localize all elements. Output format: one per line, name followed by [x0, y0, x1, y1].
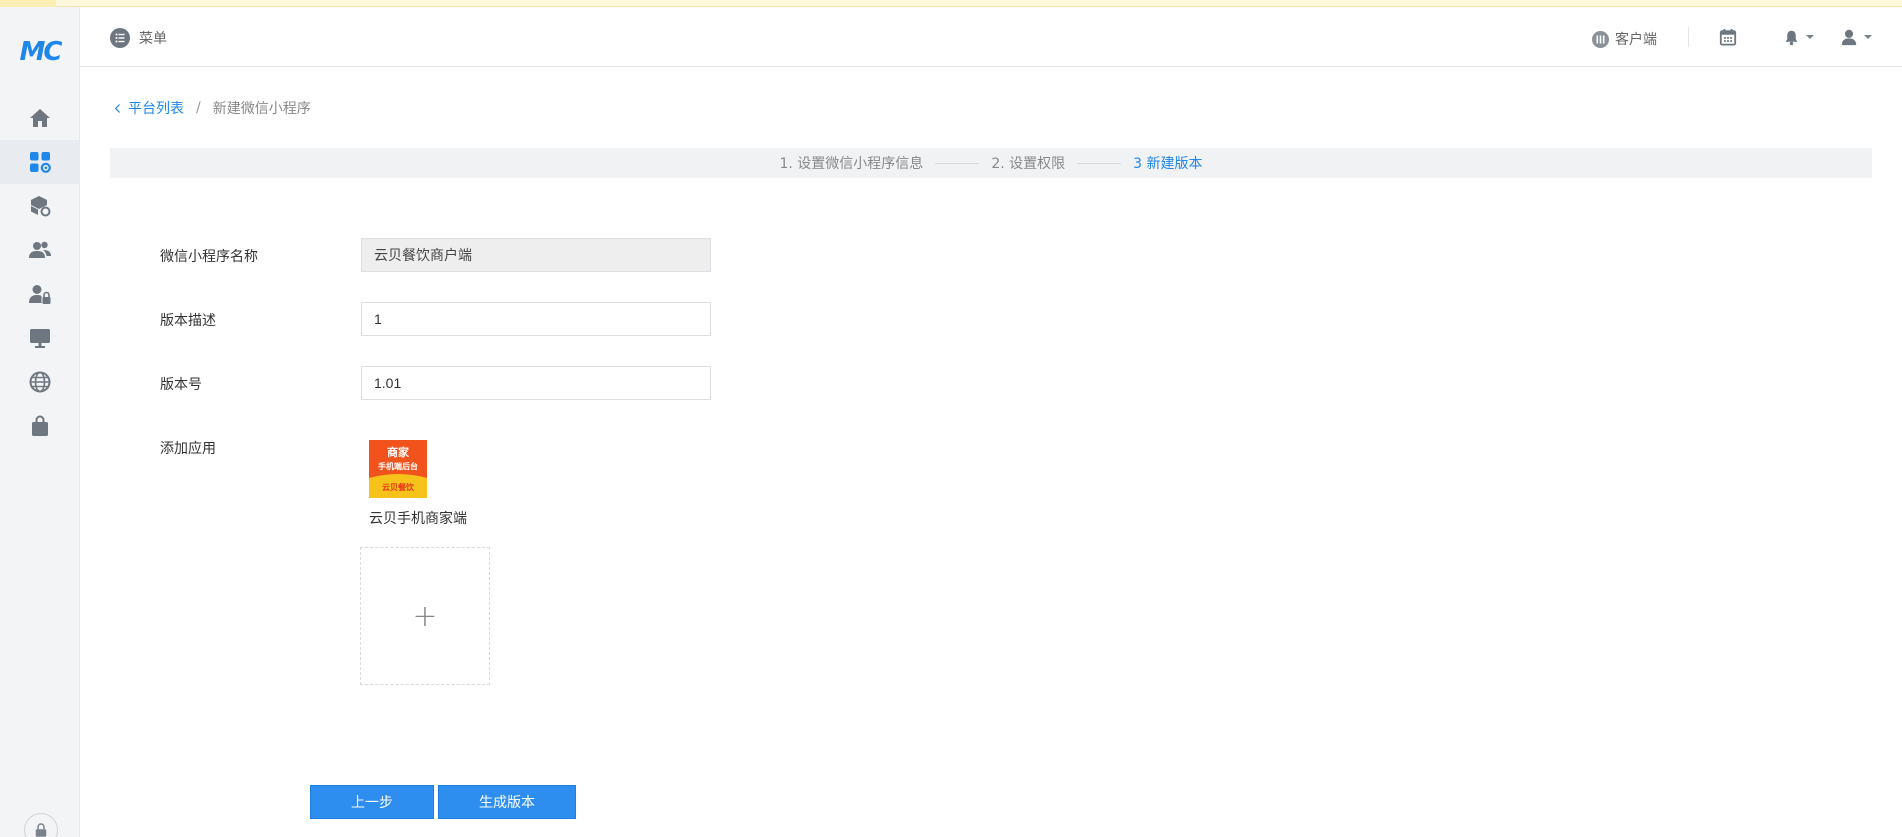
notifications-button[interactable] [1783, 27, 1814, 47]
description-input[interactable]: 1 [361, 302, 711, 336]
logo-text: MC [19, 37, 63, 67]
chevron-left-icon [114, 103, 121, 113]
previous-step-button[interactable]: 上一步 [310, 785, 434, 819]
step-connector [1077, 162, 1122, 164]
sidebar-item-apps[interactable] [0, 140, 80, 184]
sidebar-item-permissions[interactable] [0, 272, 80, 316]
step-connector [935, 162, 980, 164]
sidebar-lock-button[interactable] [24, 813, 58, 837]
user-menu-button[interactable] [1840, 27, 1872, 47]
app-name: 云贝手机商家端 [369, 511, 467, 527]
breadcrumb: 平台列表 / 新建微信小程序 [114, 98, 311, 118]
list-icon [110, 28, 130, 48]
calendar-button[interactable] [1719, 27, 1737, 47]
breadcrumb-back-link[interactable]: 平台列表 [114, 98, 184, 118]
apps-settings-icon [30, 152, 51, 173]
sidebar-item-packages[interactable] [0, 184, 80, 228]
users-icon [29, 241, 51, 258]
monitor-icon [30, 329, 50, 348]
calendar-icon [1719, 28, 1737, 46]
lock-icon [35, 823, 47, 837]
client-icon [1592, 30, 1609, 48]
breadcrumb-current: 新建微信小程序 [212, 101, 311, 117]
step-2: 2. 设置权限 [991, 156, 1066, 172]
wizard-steps: 1. 设置微信小程序信息 2. 设置权限 3 新建版本 [110, 148, 1872, 178]
client-button[interactable]: 客户端 [1592, 29, 1657, 49]
name-label: 微信小程序名称 [160, 249, 258, 265]
sidebar-item-store[interactable] [0, 404, 80, 448]
merchant-app-logo: 商家 手机端后台 云贝餐饮 [369, 440, 427, 498]
add-app-button[interactable]: + [360, 547, 490, 685]
sidebar: MC [0, 7, 80, 837]
chevron-down-icon [1806, 35, 1814, 39]
top-header: 菜单 客户端 [80, 7, 1902, 67]
client-label: 客户端 [1615, 32, 1657, 48]
menu-button[interactable]: 菜单 [110, 28, 167, 48]
step-3: 3 新建版本 [1133, 156, 1203, 172]
strip-marker [0, 0, 56, 7]
top-notification-strip [0, 0, 1902, 7]
plus-icon: + [412, 598, 438, 634]
sidebar-item-web[interactable] [0, 360, 80, 404]
version-label: 版本号 [160, 377, 202, 393]
svg-text:手机端后台: 手机端后台 [378, 461, 418, 471]
user-lock-icon [29, 285, 51, 304]
menu-label: 菜单 [139, 31, 167, 47]
sidebar-item-devices[interactable] [0, 316, 80, 360]
breadcrumb-separator: / [196, 100, 201, 116]
breadcrumb-back-label: 平台列表 [128, 101, 184, 117]
home-icon [30, 109, 50, 127]
header-divider [1688, 27, 1689, 47]
sidebar-item-home[interactable] [0, 96, 80, 140]
app-tile-merchant[interactable]: 商家 手机端后台 云贝餐饮 [369, 440, 427, 498]
description-label: 版本描述 [160, 313, 216, 329]
version-input[interactable]: 1.01 [361, 366, 711, 400]
brand-logo[interactable]: MC [12, 32, 68, 72]
shopping-bag-icon [32, 415, 48, 436]
bell-icon [1785, 30, 1798, 45]
package-settings-icon [31, 196, 51, 217]
generate-version-button[interactable]: 生成版本 [438, 785, 576, 819]
svg-text:商家: 商家 [387, 445, 410, 459]
user-icon [1841, 29, 1857, 46]
step-1: 1. 设置微信小程序信息 [779, 156, 924, 172]
sidebar-item-users[interactable] [0, 228, 80, 272]
svg-text:云贝餐饮: 云贝餐饮 [382, 482, 415, 492]
add-app-label: 添加应用 [160, 441, 216, 457]
chevron-down-icon [1864, 35, 1872, 39]
name-field: 云贝餐饮商户端 [361, 238, 711, 272]
globe-icon [29, 371, 51, 393]
